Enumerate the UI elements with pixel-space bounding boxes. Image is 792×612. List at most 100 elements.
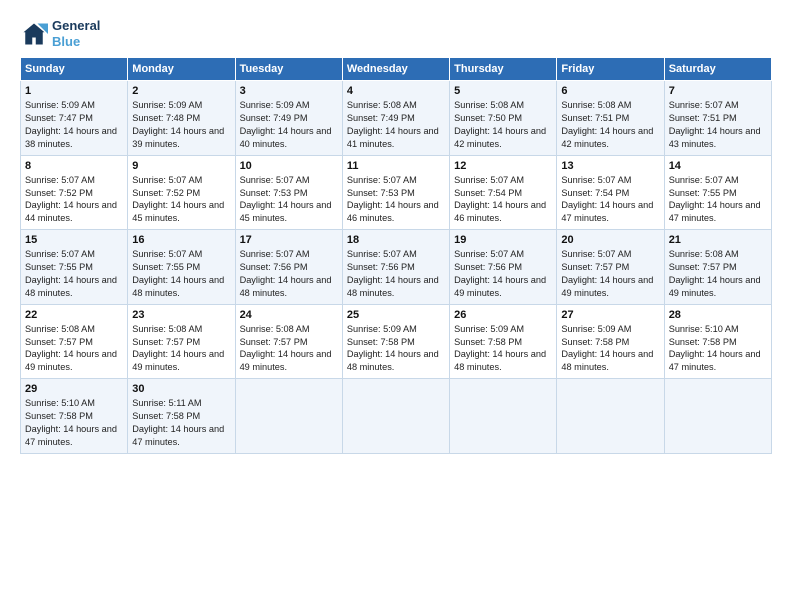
calendar-cell: 29 Sunrise: 5:10 AMSunset: 7:58 PMDaylig…: [21, 379, 128, 454]
calendar-cell: [557, 379, 664, 454]
day-number: 10: [240, 160, 338, 172]
weekday-header: Monday: [128, 58, 235, 81]
day-number: 27: [561, 309, 659, 321]
day-number: 6: [561, 85, 659, 97]
calendar-week-row: 15 Sunrise: 5:07 AMSunset: 7:55 PMDaylig…: [21, 230, 772, 305]
calendar-cell: [342, 379, 449, 454]
day-info: Sunrise: 5:09 AMSunset: 7:48 PMDaylight:…: [132, 100, 224, 149]
day-number: 23: [132, 309, 230, 321]
day-number: 9: [132, 160, 230, 172]
weekday-header: Friday: [557, 58, 664, 81]
calendar-cell: 11 Sunrise: 5:07 AMSunset: 7:53 PMDaylig…: [342, 155, 449, 230]
weekday-header: Thursday: [450, 58, 557, 81]
calendar-cell: 15 Sunrise: 5:07 AMSunset: 7:55 PMDaylig…: [21, 230, 128, 305]
day-number: 25: [347, 309, 445, 321]
day-info: Sunrise: 5:11 AMSunset: 7:58 PMDaylight:…: [132, 398, 224, 447]
day-number: 7: [669, 85, 767, 97]
calendar-cell: 20 Sunrise: 5:07 AMSunset: 7:57 PMDaylig…: [557, 230, 664, 305]
weekday-header: Tuesday: [235, 58, 342, 81]
logo: General Blue: [20, 18, 100, 49]
calendar-cell: 1 Sunrise: 5:09 AMSunset: 7:47 PMDayligh…: [21, 81, 128, 156]
day-info: Sunrise: 5:08 AMSunset: 7:57 PMDaylight:…: [669, 249, 761, 298]
calendar-cell: 21 Sunrise: 5:08 AMSunset: 7:57 PMDaylig…: [664, 230, 771, 305]
calendar-table: SundayMondayTuesdayWednesdayThursdayFrid…: [20, 57, 772, 454]
calendar-cell: 28 Sunrise: 5:10 AMSunset: 7:58 PMDaylig…: [664, 304, 771, 379]
calendar-cell: 9 Sunrise: 5:07 AMSunset: 7:52 PMDayligh…: [128, 155, 235, 230]
calendar-week-row: 8 Sunrise: 5:07 AMSunset: 7:52 PMDayligh…: [21, 155, 772, 230]
header: General Blue: [20, 18, 772, 49]
calendar-cell: 2 Sunrise: 5:09 AMSunset: 7:48 PMDayligh…: [128, 81, 235, 156]
calendar-cell: 30 Sunrise: 5:11 AMSunset: 7:58 PMDaylig…: [128, 379, 235, 454]
day-info: Sunrise: 5:07 AMSunset: 7:57 PMDaylight:…: [561, 249, 653, 298]
calendar-cell: 4 Sunrise: 5:08 AMSunset: 7:49 PMDayligh…: [342, 81, 449, 156]
day-info: Sunrise: 5:08 AMSunset: 7:51 PMDaylight:…: [561, 100, 653, 149]
calendar-cell: 13 Sunrise: 5:07 AMSunset: 7:54 PMDaylig…: [557, 155, 664, 230]
weekday-header: Sunday: [21, 58, 128, 81]
day-info: Sunrise: 5:07 AMSunset: 7:53 PMDaylight:…: [347, 175, 439, 224]
calendar-week-row: 1 Sunrise: 5:09 AMSunset: 7:47 PMDayligh…: [21, 81, 772, 156]
day-info: Sunrise: 5:07 AMSunset: 7:54 PMDaylight:…: [454, 175, 546, 224]
day-number: 26: [454, 309, 552, 321]
day-number: 4: [347, 85, 445, 97]
day-info: Sunrise: 5:09 AMSunset: 7:47 PMDaylight:…: [25, 100, 117, 149]
calendar-cell: 14 Sunrise: 5:07 AMSunset: 7:55 PMDaylig…: [664, 155, 771, 230]
calendar-cell: 6 Sunrise: 5:08 AMSunset: 7:51 PMDayligh…: [557, 81, 664, 156]
day-info: Sunrise: 5:07 AMSunset: 7:52 PMDaylight:…: [25, 175, 117, 224]
calendar-cell: [664, 379, 771, 454]
day-info: Sunrise: 5:09 AMSunset: 7:49 PMDaylight:…: [240, 100, 332, 149]
day-info: Sunrise: 5:09 AMSunset: 7:58 PMDaylight:…: [561, 324, 653, 373]
day-info: Sunrise: 5:08 AMSunset: 7:49 PMDaylight:…: [347, 100, 439, 149]
day-info: Sunrise: 5:07 AMSunset: 7:54 PMDaylight:…: [561, 175, 653, 224]
day-number: 1: [25, 85, 123, 97]
day-info: Sunrise: 5:07 AMSunset: 7:56 PMDaylight:…: [347, 249, 439, 298]
day-info: Sunrise: 5:07 AMSunset: 7:52 PMDaylight:…: [132, 175, 224, 224]
calendar-cell: 24 Sunrise: 5:08 AMSunset: 7:57 PMDaylig…: [235, 304, 342, 379]
day-info: Sunrise: 5:07 AMSunset: 7:53 PMDaylight:…: [240, 175, 332, 224]
day-number: 12: [454, 160, 552, 172]
day-number: 28: [669, 309, 767, 321]
day-number: 24: [240, 309, 338, 321]
calendar-cell: 8 Sunrise: 5:07 AMSunset: 7:52 PMDayligh…: [21, 155, 128, 230]
calendar-cell: 5 Sunrise: 5:08 AMSunset: 7:50 PMDayligh…: [450, 81, 557, 156]
day-number: 3: [240, 85, 338, 97]
day-number: 8: [25, 160, 123, 172]
day-number: 19: [454, 234, 552, 246]
day-info: Sunrise: 5:08 AMSunset: 7:50 PMDaylight:…: [454, 100, 546, 149]
day-number: 22: [25, 309, 123, 321]
calendar-cell: 10 Sunrise: 5:07 AMSunset: 7:53 PMDaylig…: [235, 155, 342, 230]
day-info: Sunrise: 5:07 AMSunset: 7:55 PMDaylight:…: [132, 249, 224, 298]
day-info: Sunrise: 5:07 AMSunset: 7:51 PMDaylight:…: [669, 100, 761, 149]
page: General Blue SundayMondayTuesdayWednesda…: [0, 0, 792, 612]
calendar-week-row: 29 Sunrise: 5:10 AMSunset: 7:58 PMDaylig…: [21, 379, 772, 454]
day-info: Sunrise: 5:07 AMSunset: 7:56 PMDaylight:…: [454, 249, 546, 298]
calendar-cell: 3 Sunrise: 5:09 AMSunset: 7:49 PMDayligh…: [235, 81, 342, 156]
calendar-cell: 17 Sunrise: 5:07 AMSunset: 7:56 PMDaylig…: [235, 230, 342, 305]
day-number: 5: [454, 85, 552, 97]
calendar-cell: 19 Sunrise: 5:07 AMSunset: 7:56 PMDaylig…: [450, 230, 557, 305]
logo-text: General Blue: [52, 18, 100, 49]
logo-icon: [20, 20, 48, 48]
calendar-cell: 25 Sunrise: 5:09 AMSunset: 7:58 PMDaylig…: [342, 304, 449, 379]
day-number: 13: [561, 160, 659, 172]
calendar-cell: 7 Sunrise: 5:07 AMSunset: 7:51 PMDayligh…: [664, 81, 771, 156]
day-number: 16: [132, 234, 230, 246]
day-number: 17: [240, 234, 338, 246]
day-number: 2: [132, 85, 230, 97]
day-info: Sunrise: 5:08 AMSunset: 7:57 PMDaylight:…: [132, 324, 224, 373]
calendar-cell: [235, 379, 342, 454]
day-info: Sunrise: 5:09 AMSunset: 7:58 PMDaylight:…: [347, 324, 439, 373]
day-info: Sunrise: 5:07 AMSunset: 7:56 PMDaylight:…: [240, 249, 332, 298]
day-info: Sunrise: 5:08 AMSunset: 7:57 PMDaylight:…: [240, 324, 332, 373]
day-number: 11: [347, 160, 445, 172]
calendar-cell: 12 Sunrise: 5:07 AMSunset: 7:54 PMDaylig…: [450, 155, 557, 230]
day-number: 30: [132, 383, 230, 395]
day-info: Sunrise: 5:07 AMSunset: 7:55 PMDaylight:…: [669, 175, 761, 224]
calendar-cell: 23 Sunrise: 5:08 AMSunset: 7:57 PMDaylig…: [128, 304, 235, 379]
day-number: 15: [25, 234, 123, 246]
calendar-cell: 16 Sunrise: 5:07 AMSunset: 7:55 PMDaylig…: [128, 230, 235, 305]
day-number: 18: [347, 234, 445, 246]
weekday-header: Wednesday: [342, 58, 449, 81]
calendar-header-row: SundayMondayTuesdayWednesdayThursdayFrid…: [21, 58, 772, 81]
calendar-cell: [450, 379, 557, 454]
day-number: 20: [561, 234, 659, 246]
